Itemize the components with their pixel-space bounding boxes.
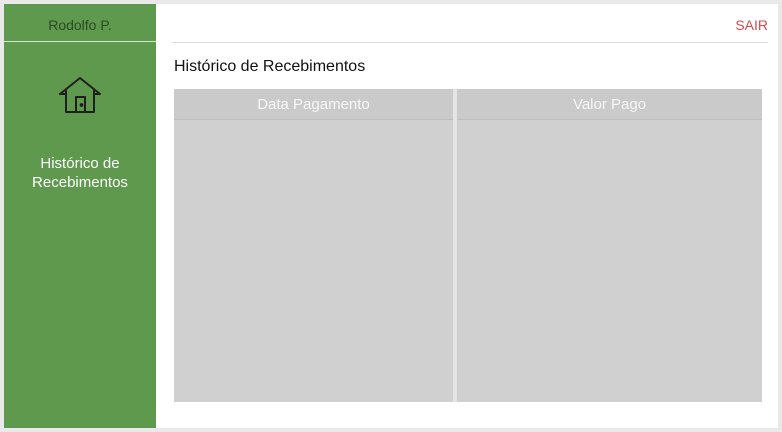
column-valor-pago: Valor Pago — [457, 89, 762, 402]
payments-table: Data Pagamento Valor Pago — [174, 89, 762, 402]
top-bar: SAIR — [172, 4, 768, 43]
sidebar-item-historico[interactable]: Histórico de Recebimentos — [4, 154, 156, 192]
logout-link[interactable]: SAIR — [735, 17, 768, 33]
column-header[interactable]: Valor Pago — [457, 89, 762, 120]
page-title: Histórico de Recebimentos — [174, 58, 366, 75]
column-header[interactable]: Data Pagamento — [174, 89, 453, 120]
column-data-pagamento: Data Pagamento — [174, 89, 453, 402]
sidebar: Rodolfo P. Histórico de Recebimentos — [4, 4, 156, 428]
app-frame: Rodolfo P. Histórico de Recebimentos SAI… — [4, 4, 778, 428]
user-name: Rodolfo P. — [4, 4, 156, 42]
home-icon[interactable] — [58, 75, 102, 115]
